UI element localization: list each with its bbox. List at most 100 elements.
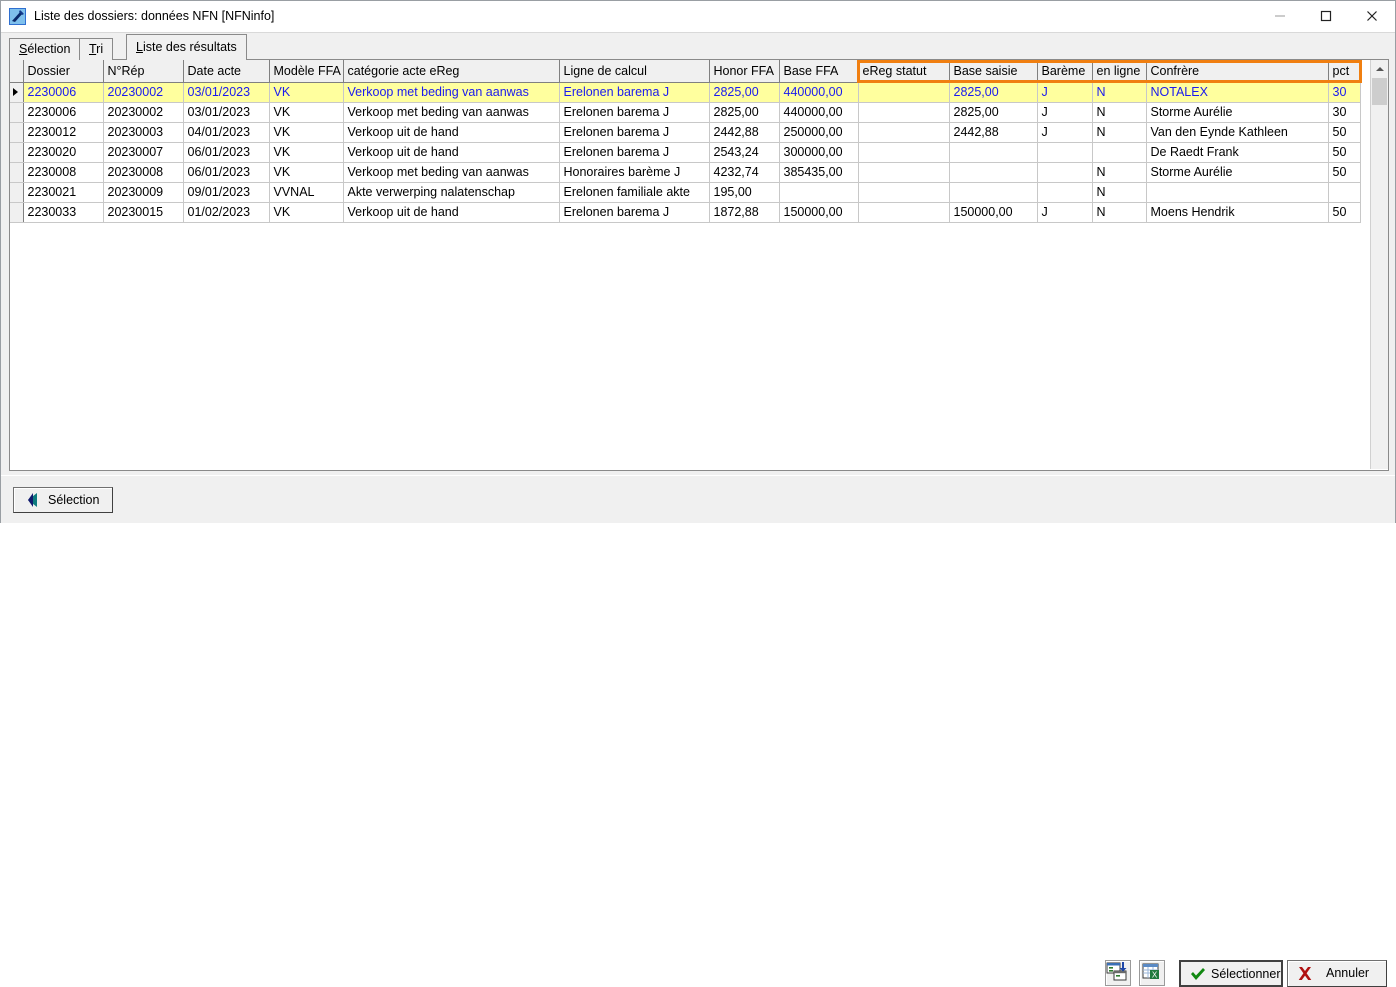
table-row[interactable]: 2230006 20230002 03/01/2023 VK Verkoop met b… — [10, 102, 1361, 123]
cell-dossier[interactable]: 2230020 — [23, 142, 104, 163]
cell-categorie[interactable]: Akte verwerping nalatenschap — [343, 182, 560, 203]
cell-en_ligne[interactable]: N — [1092, 182, 1147, 203]
column-header-categorie[interactable]: catégorie acte eReg — [343, 60, 560, 83]
cell-modele_ffa[interactable]: VK — [269, 122, 344, 143]
cell-base_ffa[interactable]: 385435,00 — [779, 162, 859, 183]
cell-honor_ffa[interactable]: 2442,88 — [709, 122, 780, 143]
cell-bareme[interactable] — [1037, 182, 1093, 203]
cell-modele_ffa[interactable]: VK — [269, 202, 344, 223]
cell-modele_ffa[interactable]: VK — [269, 142, 344, 163]
cell-nrep[interactable]: 20230008 — [103, 162, 184, 183]
cell-bareme[interactable] — [1037, 162, 1093, 183]
cell-dossier[interactable]: 2230008 — [23, 162, 104, 183]
cell-dossier[interactable]: 2230021 — [23, 182, 104, 203]
table-row[interactable]: 2230008 20230008 06/01/2023 VK Verkoop met b… — [10, 162, 1361, 183]
cell-bareme[interactable]: J — [1037, 82, 1093, 103]
cell-date_acte[interactable]: 06/01/2023 — [183, 142, 270, 163]
record-selector[interactable] — [10, 142, 24, 163]
cell-nrep[interactable]: 20230009 — [103, 182, 184, 203]
scroll-up-button[interactable] — [1371, 60, 1388, 77]
record-selector[interactable] — [10, 182, 24, 203]
table-row[interactable]: 2230020 20230007 06/01/2023 VK Verkoop uit d… — [10, 142, 1361, 163]
grid-body[interactable]: 2230006 20230002 03/01/2023 VK Verkoop met b… — [10, 82, 1361, 223]
cell-ereg[interactable] — [858, 102, 950, 123]
cell-ligne[interactable]: Erelonen barema J — [559, 202, 710, 223]
cell-honor_ffa[interactable]: 2543,24 — [709, 142, 780, 163]
cell-nrep[interactable]: 20230007 — [103, 142, 184, 163]
cell-base_saisie[interactable]: 150000,00 — [949, 202, 1038, 223]
cell-categorie[interactable]: Verkoop uit de hand — [343, 122, 560, 143]
cell-honor_ffa[interactable]: 195,00 — [709, 182, 780, 203]
cell-confrere[interactable]: Storme Aurélie — [1146, 162, 1329, 183]
cell-base_saisie[interactable] — [949, 182, 1038, 203]
cell-categorie[interactable]: Verkoop met beding van aanwas — [343, 82, 560, 103]
column-header-dossier[interactable]: Dossier — [23, 60, 104, 83]
cell-ligne[interactable]: Erelonen familiale akte — [559, 182, 710, 203]
cell-pct[interactable]: 50 — [1328, 202, 1361, 223]
cell-pct[interactable]: 50 — [1328, 142, 1361, 163]
cell-base_ffa[interactable]: 440000,00 — [779, 102, 859, 123]
cell-ereg[interactable] — [858, 82, 950, 103]
column-header-pct[interactable]: pct — [1328, 60, 1361, 83]
cell-ereg[interactable] — [858, 122, 950, 143]
record-selector[interactable] — [10, 162, 24, 183]
table-row[interactable]: 2230012 20230003 04/01/2023 VK Verkoop uit d… — [10, 122, 1361, 143]
cell-nrep[interactable]: 20230015 — [103, 202, 184, 223]
column-header-base_ffa[interactable]: Base FFA — [779, 60, 859, 83]
cell-date_acte[interactable]: 04/01/2023 — [183, 122, 270, 143]
cell-en_ligne[interactable]: N — [1092, 82, 1147, 103]
cell-bareme[interactable] — [1037, 142, 1093, 163]
table-row[interactable]: 2230021 20230009 09/01/2023 VVNAL Akte verwe… — [10, 182, 1361, 203]
export-excel-button[interactable]: X — [1139, 960, 1165, 986]
cell-date_acte[interactable]: 03/01/2023 — [183, 82, 270, 103]
cell-base_ffa[interactable]: 150000,00 — [779, 202, 859, 223]
cancel-button[interactable]: Annuler — [1287, 960, 1387, 987]
cell-modele_ffa[interactable]: VK — [269, 102, 344, 123]
minimize-button[interactable] — [1257, 1, 1303, 31]
cell-honor_ffa[interactable]: 2825,00 — [709, 102, 780, 123]
cell-pct[interactable]: 30 — [1328, 82, 1361, 103]
cell-date_acte[interactable]: 01/02/2023 — [183, 202, 270, 223]
record-selector[interactable] — [10, 82, 24, 103]
cell-honor_ffa[interactable]: 2825,00 — [709, 82, 780, 103]
cell-ereg[interactable] — [858, 182, 950, 203]
cell-date_acte[interactable]: 09/01/2023 — [183, 182, 270, 203]
cell-pct[interactable]: 50 — [1328, 162, 1361, 183]
cell-ereg[interactable] — [858, 162, 950, 183]
cell-confrere[interactable]: Van den Eynde Kathleen — [1146, 122, 1329, 143]
cell-dossier[interactable]: 2230012 — [23, 122, 104, 143]
cell-bareme[interactable]: J — [1037, 122, 1093, 143]
cell-nrep[interactable]: 20230002 — [103, 102, 184, 123]
cell-ligne[interactable]: Erelonen barema J — [559, 82, 710, 103]
cell-ereg[interactable] — [858, 142, 950, 163]
cell-base_saisie[interactable]: 2825,00 — [949, 102, 1038, 123]
cell-en_ligne[interactable]: N — [1092, 162, 1147, 183]
cell-en_ligne[interactable]: N — [1092, 202, 1147, 223]
cell-en_ligne[interactable]: N — [1092, 102, 1147, 123]
column-header-base_saisie[interactable]: Base saisie — [949, 60, 1038, 83]
cell-pct[interactable] — [1328, 182, 1361, 203]
cell-base_ffa[interactable] — [779, 182, 859, 203]
maximize-button[interactable] — [1303, 1, 1349, 31]
cell-honor_ffa[interactable]: 1872,88 — [709, 202, 780, 223]
cell-base_ffa[interactable]: 440000,00 — [779, 82, 859, 103]
table-row[interactable]: 2230033 20230015 01/02/2023 VK Verkoop uit d… — [10, 202, 1361, 223]
cell-honor_ffa[interactable]: 4232,74 — [709, 162, 780, 183]
column-header-modele_ffa[interactable]: Modèle FFA — [269, 60, 344, 83]
cell-ligne[interactable]: Erelonen barema J — [559, 142, 710, 163]
cell-modele_ffa[interactable]: VK — [269, 82, 344, 103]
table-row[interactable]: 2230006 20230002 03/01/2023 VK Verkoop met b… — [10, 82, 1361, 103]
tab-selection[interactable]: Sélection — [9, 38, 81, 60]
cell-modele_ffa[interactable]: VK — [269, 162, 344, 183]
cell-confrere[interactable]: Storme Aurélie — [1146, 102, 1329, 123]
cell-modele_ffa[interactable]: VVNAL — [269, 182, 344, 203]
column-header-nrep[interactable]: N°Rép — [103, 60, 184, 83]
cell-confrere[interactable] — [1146, 182, 1329, 203]
cell-dossier[interactable]: 2230006 — [23, 102, 104, 123]
column-header-ereg[interactable]: eReg statut — [858, 60, 950, 83]
cell-confrere[interactable]: Moens Hendrik — [1146, 202, 1329, 223]
column-header-honor_ffa[interactable]: Honor FFA — [709, 60, 780, 83]
cell-date_acte[interactable]: 06/01/2023 — [183, 162, 270, 183]
cell-base_saisie[interactable] — [949, 142, 1038, 163]
cell-dossier[interactable]: 2230033 — [23, 202, 104, 223]
